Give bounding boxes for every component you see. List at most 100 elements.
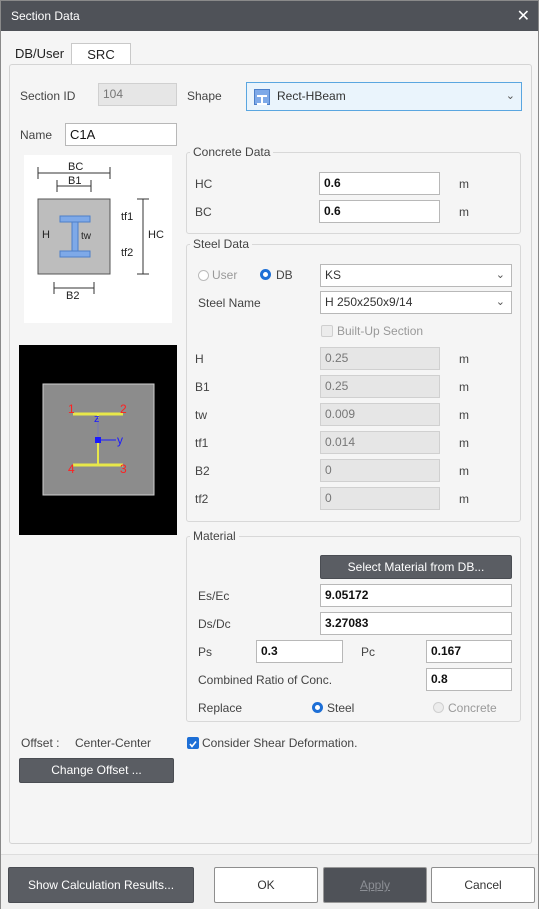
replace-label: Replace xyxy=(198,701,243,715)
diagram-b2-label: B2 xyxy=(66,290,80,302)
replace-concrete-label: Concrete xyxy=(448,701,497,715)
offset-label: Offset : xyxy=(21,736,60,750)
combined-ratio-label: Combined Ratio of Conc. xyxy=(198,673,333,687)
steel-tf2-field: 0 xyxy=(320,487,440,510)
builtup-label: Built-Up Section xyxy=(337,324,424,338)
preview-canvas xyxy=(42,383,155,496)
concrete-bc-label: BC xyxy=(195,205,212,219)
steel-tw-label: tw xyxy=(195,408,207,422)
chevron-down-icon: ⌄ xyxy=(505,90,515,102)
steel-db-value: KS xyxy=(325,268,342,282)
select-material-button[interactable]: Select Material from DB... xyxy=(320,555,512,579)
concrete-hc-label: HC xyxy=(195,177,213,191)
check-icon xyxy=(189,741,197,748)
steel-data-group: Steel Data User DB KS ⌄ Steel Name H 250… xyxy=(186,237,521,522)
title-bar: Section Data ✕ xyxy=(1,1,538,31)
steel-name-dropdown[interactable]: H 250x250x9/14 ⌄ xyxy=(320,291,512,314)
steel-data-title: Steel Data xyxy=(190,237,253,251)
replace-concrete-radio[interactable] xyxy=(433,702,444,713)
point-3-label: 3 xyxy=(120,462,127,476)
steel-name-value: H 250x250x9/14 xyxy=(325,295,413,309)
diagram-tf2-label: tf2 xyxy=(121,247,134,259)
steel-tf2-unit: m xyxy=(459,492,469,506)
diagram-hc-label: HC xyxy=(148,229,164,241)
chevron-down-icon: ⌄ xyxy=(495,269,505,281)
steel-name-label: Steel Name xyxy=(198,296,261,310)
concrete-bc-unit: m xyxy=(459,205,469,219)
es-ec-label: Es/Ec xyxy=(198,589,230,603)
material-title: Material xyxy=(190,529,239,543)
steel-h-unit: m xyxy=(459,352,469,366)
dialog-window: Section Data ✕ DB/User SRC Section ID 10… xyxy=(0,0,539,909)
section-id-label: Section ID xyxy=(20,89,76,103)
es-ec-field[interactable]: 9.05172 xyxy=(320,584,512,607)
shear-deformation-label: Consider Shear Deformation. xyxy=(202,736,358,750)
concrete-bc-field[interactable]: 0.6 xyxy=(319,200,440,223)
diagram-tw-label: tw xyxy=(81,231,91,242)
ds-dc-field[interactable]: 3.27083 xyxy=(320,612,512,635)
steel-b2-label: B2 xyxy=(195,464,210,478)
section-id-field: 104 xyxy=(98,83,177,106)
section-preview: 1 2 3 4 z y xyxy=(19,345,177,535)
steel-tf1-label: tf1 xyxy=(195,436,209,450)
offset-value: Center-Center xyxy=(75,736,152,750)
hbeam-shape-icon xyxy=(254,89,270,105)
db-radio[interactable] xyxy=(260,269,271,280)
show-calculation-results-button[interactable]: Show Calculation Results... xyxy=(8,867,194,903)
src-panel: Section ID 104 Shape Rect-HBeam ⌄ Name C… xyxy=(9,64,532,844)
steel-b1-unit: m xyxy=(459,380,469,394)
axis-z-label: z xyxy=(94,413,100,425)
axis-y-label: y xyxy=(117,433,123,447)
combined-ratio-field[interactable]: 0.8 xyxy=(426,668,512,691)
dialog-footer: Show Calculation Results... OK Apply Can… xyxy=(1,854,538,909)
shape-label: Shape xyxy=(187,89,222,103)
cancel-button[interactable]: Cancel xyxy=(431,867,535,903)
concrete-data-title: Concrete Data xyxy=(190,145,274,159)
steel-h-label: H xyxy=(195,352,204,366)
diagram-h-label: H xyxy=(42,229,50,241)
steel-tf1-field: 0.014 xyxy=(320,431,440,454)
shear-deformation-checkbox[interactable] xyxy=(187,737,199,749)
point-4-label: 4 xyxy=(68,462,75,476)
change-offset-button[interactable]: Change Offset ... xyxy=(19,758,174,783)
diagram-b1-label: B1 xyxy=(68,175,82,187)
apply-button[interactable]: Apply xyxy=(323,867,427,903)
builtup-checkbox[interactable] xyxy=(321,325,333,337)
steel-tf1-unit: m xyxy=(459,436,469,450)
material-group: Material Select Material from DB... Es/E… xyxy=(186,529,521,722)
steel-b2-field: 0 xyxy=(320,459,440,482)
pc-field[interactable]: 0.167 xyxy=(426,640,512,663)
ds-dc-label: Ds/Dc xyxy=(198,617,231,631)
shape-dropdown[interactable]: Rect-HBeam ⌄ xyxy=(246,82,522,111)
close-icon[interactable]: ✕ xyxy=(517,6,530,26)
steel-h-field: 0.25 xyxy=(320,347,440,370)
steel-tf2-label: tf2 xyxy=(195,492,209,506)
steel-tw-field: 0.009 xyxy=(320,403,440,426)
steel-b1-label: B1 xyxy=(195,380,210,394)
user-radio-label: User xyxy=(212,268,238,282)
name-label: Name xyxy=(20,128,53,142)
replace-steel-label: Steel xyxy=(327,701,355,715)
name-field[interactable]: C1A xyxy=(65,123,177,146)
ps-label: Ps xyxy=(198,645,213,659)
concrete-hc-field[interactable]: 0.6 xyxy=(319,172,440,195)
diagram-tf1-label: tf1 xyxy=(121,211,134,223)
diagram-bc-label: BC xyxy=(68,161,84,173)
concrete-hc-unit: m xyxy=(459,177,469,191)
steel-b2-unit: m xyxy=(459,464,469,478)
ps-field[interactable]: 0.3 xyxy=(256,640,343,663)
concrete-data-group: Concrete Data HC 0.6 m BC 0.6 m xyxy=(186,145,521,234)
pc-label: Pc xyxy=(361,645,376,659)
section-diagram: BC B1 H tw tf1 tf2 HC B2 xyxy=(24,155,172,323)
tab-db-user[interactable]: DB/User xyxy=(9,43,69,65)
window-title: Section Data xyxy=(11,9,80,23)
point-2-label: 2 xyxy=(120,402,127,416)
steel-db-dropdown[interactable]: KS ⌄ xyxy=(320,264,512,287)
shape-value: Rect-HBeam xyxy=(277,89,346,103)
ok-button[interactable]: OK xyxy=(214,867,318,903)
steel-tw-unit: m xyxy=(459,408,469,422)
db-radio-label: DB xyxy=(276,268,293,282)
replace-steel-radio[interactable] xyxy=(312,702,323,713)
user-radio[interactable] xyxy=(198,270,209,281)
tab-src[interactable]: SRC xyxy=(71,43,131,65)
